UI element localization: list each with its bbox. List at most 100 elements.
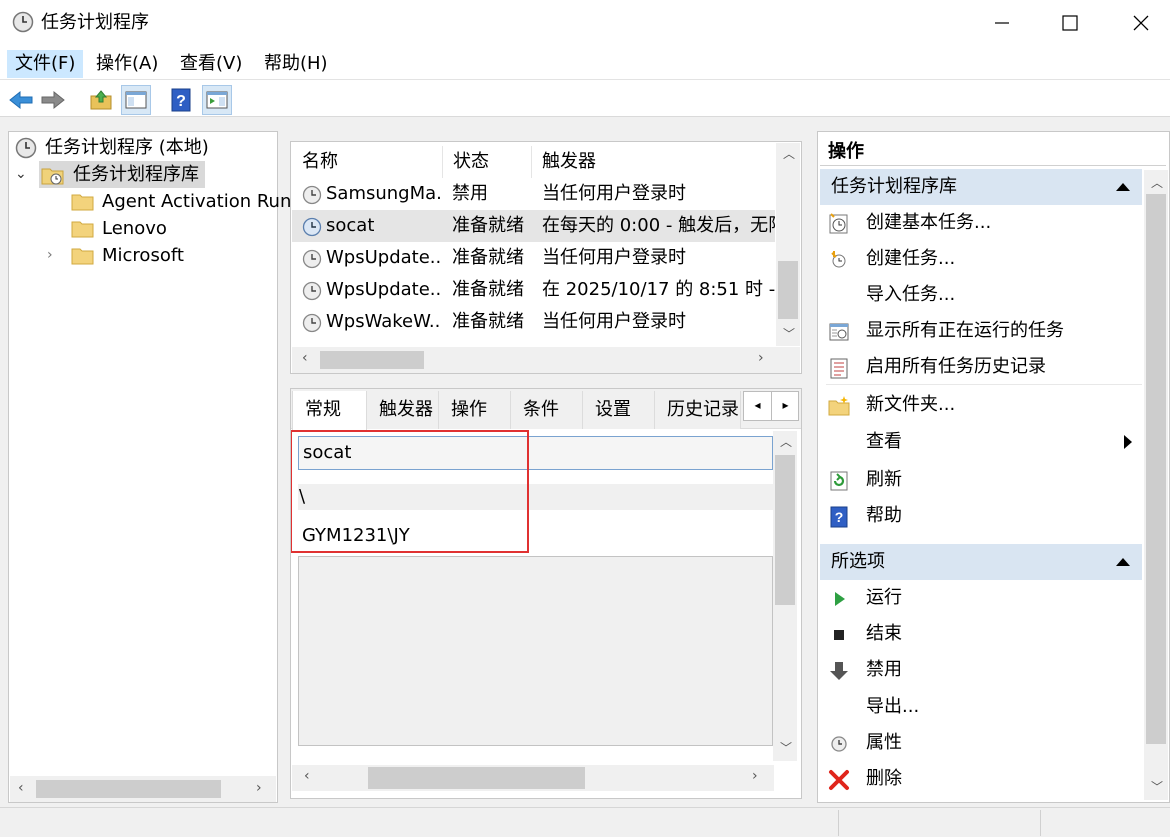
task-description-field[interactable]	[298, 556, 773, 746]
task-name: WpsUpdate...	[326, 279, 441, 300]
menu-file[interactable]: 文件(F)	[7, 50, 84, 78]
menu-bar: 文件(F) 操作(A) 查看(V) 帮助(H)	[0, 46, 1170, 80]
help-toolbar-button[interactable]: ?	[166, 85, 196, 115]
tab-conditions[interactable]: 条件	[511, 391, 583, 429]
action-view[interactable]: 查看	[826, 424, 1142, 460]
task-trigger: 在每天的 0:00 - 触发后，无限	[542, 215, 775, 236]
actions-header: 操作	[820, 134, 1166, 166]
column-header-status[interactable]: 状态	[443, 146, 532, 178]
scrollbar-thumb[interactable]	[775, 455, 795, 605]
maximize-icon	[1062, 15, 1078, 31]
maximize-button[interactable]	[1041, 0, 1099, 46]
action-enable-history[interactable]: 启用所有任务历史记录	[826, 349, 1142, 385]
action-new-folder[interactable]: 新文件夹...	[826, 387, 1142, 423]
delete-icon	[829, 770, 849, 790]
scroll-down-icon[interactable]: ﹀	[1151, 778, 1163, 795]
task-row-selected[interactable]: socat 准备就绪 在每天的 0:00 - 触发后，无限	[292, 210, 775, 242]
action-properties[interactable]: 属性	[826, 725, 1142, 761]
section-task-library[interactable]: 任务计划程序库	[820, 169, 1142, 205]
task-trigger: 当任何用户登录时	[542, 311, 686, 332]
action-create-task[interactable]: 创建任务...	[826, 241, 1142, 277]
task-list-horizontal-scrollbar[interactable]: ‹ ›	[292, 347, 800, 373]
action-label: 新文件夹...	[866, 394, 956, 415]
show-hide-action-pane-button[interactable]	[202, 85, 232, 115]
scroll-up-icon[interactable]: ︿	[783, 145, 795, 162]
folder-icon	[71, 194, 94, 211]
action-export[interactable]: 导出...	[826, 689, 1142, 725]
task-clock-icon	[302, 185, 322, 205]
action-show-running-tasks[interactable]: 显示所有正在运行的任务	[826, 313, 1142, 349]
task-status: 准备就绪	[452, 279, 524, 300]
scroll-up-icon[interactable]: ︿	[780, 433, 792, 450]
action-create-basic-task[interactable]: 创建基本任务...	[826, 205, 1142, 241]
console-tree-icon	[125, 91, 147, 109]
scrollbar-thumb[interactable]	[1146, 194, 1166, 744]
scroll-down-icon[interactable]: ﹀	[780, 739, 792, 756]
tab-scroll-left-icon[interactable]: ◂	[744, 392, 772, 420]
scroll-left-icon[interactable]: ‹	[304, 768, 310, 784]
scrollbar-thumb[interactable]	[320, 351, 424, 369]
action-refresh[interactable]: 刷新	[826, 462, 1142, 498]
task-name: SamsungMa...	[326, 183, 441, 204]
forward-button[interactable]	[38, 85, 68, 115]
task-list-vertical-scrollbar[interactable]: ︿ ﹀	[776, 143, 800, 346]
scrollbar-thumb[interactable]	[778, 261, 798, 319]
scrollbar-thumb[interactable]	[368, 767, 585, 789]
scroll-right-icon[interactable]: ›	[752, 768, 758, 784]
action-import-task[interactable]: 导入任务...	[826, 277, 1142, 313]
tab-triggers[interactable]: 触发器	[367, 391, 439, 429]
scroll-left-icon[interactable]: ‹	[18, 780, 24, 796]
expand-chevron-icon[interactable]: ⌄	[15, 161, 37, 188]
task-name: WpsWakeW...	[326, 311, 441, 332]
menu-action[interactable]: 操作(A)	[88, 50, 166, 78]
column-header-trigger[interactable]: 触发器	[532, 146, 776, 178]
tab-scroll-right-icon[interactable]: ▸	[772, 392, 799, 420]
scroll-right-icon[interactable]: ›	[758, 350, 764, 366]
tree-folder-agent[interactable]: Agent Activation Run	[69, 188, 291, 215]
scroll-down-icon[interactable]: ﹀	[783, 325, 795, 342]
tree-horizontal-scrollbar[interactable]: ‹ ›	[10, 776, 276, 802]
scroll-left-icon[interactable]: ‹	[302, 350, 308, 366]
svg-text:?: ?	[835, 509, 844, 525]
up-folder-button[interactable]	[86, 85, 116, 115]
scroll-right-icon[interactable]: ›	[256, 780, 262, 796]
back-button[interactable]	[6, 85, 36, 115]
disable-icon	[830, 662, 848, 680]
task-row[interactable]: SamsungMa... 禁用 当任何用户登录时	[292, 178, 775, 210]
section-selected-item[interactable]: 所选项	[820, 544, 1142, 580]
actions-vertical-scrollbar[interactable]: ︿ ﹀	[1144, 170, 1168, 800]
task-clock-icon	[302, 249, 322, 269]
scroll-up-icon[interactable]: ︿	[1151, 174, 1163, 191]
status-divider	[1040, 810, 1041, 836]
scrollbar-thumb[interactable]	[36, 780, 221, 798]
close-button[interactable]	[1112, 0, 1170, 46]
tree-folder-microsoft[interactable]: Microsoft	[69, 242, 269, 269]
tab-scroll-buttons: ◂ ▸	[743, 391, 799, 421]
tab-actions[interactable]: 操作	[439, 391, 511, 429]
close-icon	[1133, 15, 1149, 31]
section-title: 所选项	[831, 551, 885, 572]
detail-horizontal-scrollbar[interactable]: ‹ ›	[292, 765, 774, 791]
action-delete[interactable]: 删除	[826, 761, 1142, 797]
action-disable[interactable]: 禁用	[826, 652, 1142, 688]
tab-history[interactable]: 历史记录(	[655, 391, 741, 429]
minimize-button[interactable]	[973, 0, 1031, 46]
tab-general[interactable]: 常规	[292, 391, 367, 430]
menu-view[interactable]: 查看(V)	[172, 50, 250, 78]
action-label: 删除	[866, 768, 902, 789]
show-hide-console-tree-button[interactable]	[121, 85, 151, 115]
expand-chevron-right-icon[interactable]: ›	[47, 242, 63, 269]
tab-settings[interactable]: 设置	[583, 391, 655, 429]
tree-item-library[interactable]: 任务计划程序库	[39, 161, 205, 188]
action-run[interactable]: 运行	[826, 580, 1142, 616]
section-title: 任务计划程序库	[831, 176, 957, 197]
task-row[interactable]: WpsWakeW... 准备就绪 当任何用户登录时	[292, 306, 775, 338]
task-row[interactable]: WpsUpdate... 准备就绪 当任何用户登录时	[292, 242, 775, 274]
task-row[interactable]: WpsUpdate... 准备就绪 在 2025/10/17 的 8:51 时 …	[292, 274, 775, 306]
action-end[interactable]: 结束	[826, 616, 1142, 652]
tree-folder-lenovo[interactable]: Lenovo	[69, 215, 269, 242]
column-header-name[interactable]: 名称	[292, 146, 443, 178]
action-help[interactable]: ? 帮助	[826, 498, 1142, 534]
menu-help[interactable]: 帮助(H)	[256, 50, 336, 78]
detail-vertical-scrollbar[interactable]: ︿ ﹀	[773, 431, 797, 761]
